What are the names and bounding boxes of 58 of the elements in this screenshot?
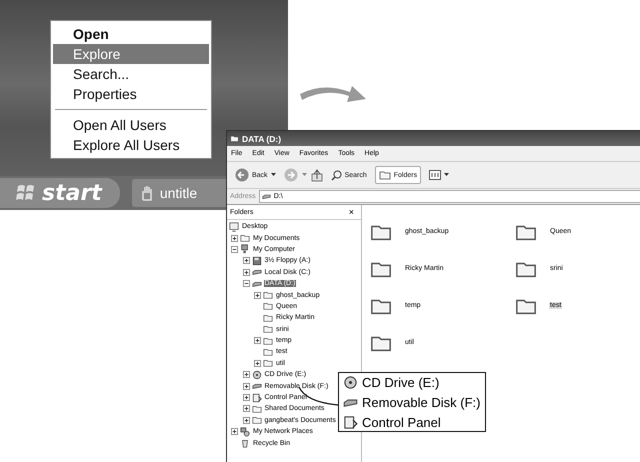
folder-icon bbox=[263, 301, 273, 312]
desktop-icon bbox=[229, 222, 239, 232]
floppy-icon bbox=[252, 256, 262, 266]
collapse-toggle[interactable] bbox=[242, 280, 250, 288]
folder-icon bbox=[263, 336, 273, 346]
hand-icon bbox=[140, 185, 154, 201]
search-icon bbox=[330, 170, 342, 180]
callout-label: Control Panel bbox=[362, 414, 441, 430]
folder-icon bbox=[230, 134, 239, 143]
folder-icon bbox=[240, 233, 250, 244]
folder-icon bbox=[263, 312, 273, 323]
expand-toggle[interactable] bbox=[254, 360, 261, 367]
folder-icon bbox=[252, 404, 262, 414]
expand-toggle[interactable] bbox=[242, 268, 250, 276]
menu-item[interactable]: Explore All Users bbox=[53, 135, 209, 155]
close-button[interactable]: × bbox=[344, 207, 358, 217]
cd-drive-icon bbox=[343, 374, 358, 390]
expand-toggle[interactable] bbox=[242, 257, 250, 264]
menu-item[interactable]: Open All Users bbox=[53, 115, 209, 135]
folder-icon bbox=[263, 358, 273, 368]
expand-toggle[interactable] bbox=[254, 337, 261, 344]
callout-label: CD Drive (E:) bbox=[362, 374, 440, 390]
collapse-toggle[interactable] bbox=[231, 246, 238, 253]
recycle-bin-icon bbox=[240, 438, 250, 448]
expand-toggle[interactable] bbox=[231, 234, 238, 242]
caret-icon bbox=[270, 173, 276, 177]
expand-toggle[interactable] bbox=[231, 428, 238, 436]
caret-icon[interactable] bbox=[302, 173, 307, 177]
caret-icon bbox=[444, 173, 450, 177]
expand-toggle[interactable] bbox=[242, 416, 250, 424]
menu-item[interactable]: Open bbox=[53, 24, 209, 44]
folder-icon bbox=[252, 415, 262, 426]
expand-toggle[interactable] bbox=[242, 405, 250, 412]
network-icon bbox=[240, 426, 250, 437]
menu-item[interactable]: Explore bbox=[53, 44, 209, 64]
expand-toggle[interactable] bbox=[242, 382, 250, 390]
expand-toggle[interactable] bbox=[254, 292, 261, 299]
expand-toggle[interactable] bbox=[242, 371, 250, 378]
menu-item[interactable]: Search... bbox=[53, 64, 209, 84]
cd-drive-icon bbox=[252, 370, 262, 380]
windows-logo-icon bbox=[16, 184, 36, 202]
expand-toggle[interactable] bbox=[242, 394, 250, 402]
callout-label: Removable Disk (F:) bbox=[362, 394, 480, 410]
folder-icon bbox=[263, 290, 273, 300]
menu-item[interactable]: Properties bbox=[53, 84, 209, 104]
control-panel-icon bbox=[252, 392, 262, 403]
window-title: DATA (D:) bbox=[242, 134, 282, 144]
taskbar-button[interactable]: untitle bbox=[132, 179, 226, 207]
drive-icon bbox=[252, 267, 262, 278]
views-icon bbox=[429, 170, 442, 180]
folder-icon bbox=[263, 346, 273, 357]
folder-icon bbox=[263, 324, 273, 334]
up-folder-icon[interactable] bbox=[310, 168, 323, 182]
drive-icon bbox=[262, 192, 271, 201]
control-panel-icon bbox=[343, 414, 358, 430]
folder-icon bbox=[378, 169, 391, 181]
computer-icon bbox=[240, 244, 250, 254]
drive-icon bbox=[252, 381, 262, 392]
